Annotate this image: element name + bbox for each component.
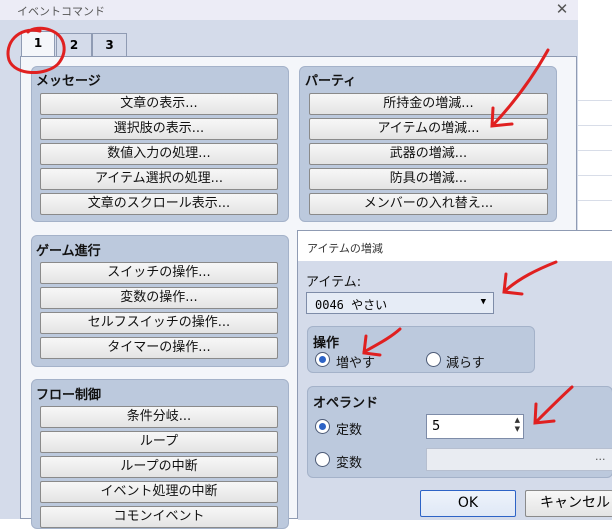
- show-text-button[interactable]: 文章の表示...: [40, 93, 278, 115]
- select-item-button[interactable]: アイテム選択の処理...: [40, 168, 278, 190]
- tab-1[interactable]: 1: [21, 31, 55, 58]
- decrease-radio[interactable]: [426, 352, 441, 367]
- triangle-down-icon: ▼: [480, 297, 486, 307]
- operand-title: オペランド: [313, 396, 379, 411]
- exit-event-processing-button[interactable]: イベント処理の中断: [40, 481, 278, 503]
- decrease-label: 減らす: [446, 356, 485, 371]
- change-armors-button[interactable]: 防具の増減...: [309, 168, 548, 190]
- cancel-button[interactable]: キャンセル: [525, 490, 612, 517]
- input-number-button[interactable]: 数値入力の処理...: [40, 143, 278, 165]
- break-loop-button[interactable]: ループの中断: [40, 456, 278, 478]
- background-list: [578, 56, 612, 236]
- list-divider: [578, 150, 612, 151]
- change-party-member-button[interactable]: メンバーの入れ替え...: [309, 193, 548, 215]
- variable-label: 変数: [336, 456, 363, 471]
- control-self-switch-button[interactable]: セルフスイッチの操作...: [40, 312, 278, 334]
- window-title: イベントコマンド: [0, 0, 578, 20]
- variable-select[interactable]: ...: [426, 448, 612, 471]
- loop-button[interactable]: ループ: [40, 431, 278, 453]
- show-choices-button[interactable]: 選択肢の表示...: [40, 118, 278, 140]
- flow-control-group-title: フロー制御: [36, 388, 102, 403]
- tab-3[interactable]: 3: [92, 33, 127, 57]
- change-gold-button[interactable]: 所持金の増減...: [309, 93, 548, 115]
- scroll-text-button[interactable]: 文章のスクロール表示...: [40, 193, 278, 215]
- tab-2[interactable]: 2: [56, 33, 92, 57]
- constant-label: 定数: [336, 423, 363, 438]
- party-group-title: パーティ: [305, 74, 357, 89]
- close-icon[interactable]: ✕: [552, 0, 572, 20]
- constant-value: 5: [432, 419, 441, 434]
- conditional-branch-button[interactable]: 条件分岐...: [40, 406, 278, 428]
- variable-select-ellipsis: ...: [595, 450, 606, 463]
- change-items-button[interactable]: アイテムの増減...: [309, 118, 548, 140]
- list-divider: [578, 125, 612, 126]
- item-select[interactable]: 0046 やさい ▼: [306, 292, 494, 314]
- increase-label: 増やす: [336, 356, 376, 371]
- list-divider: [578, 200, 612, 201]
- item-select-value: 0046 やさい: [315, 298, 388, 312]
- item-label: アイテム:: [306, 275, 362, 290]
- control-timer-button[interactable]: タイマーの操作...: [40, 337, 278, 359]
- change-items-dialog: アイテムの増減 アイテム: 0046 やさい ▼ 操作 増やす 減らす オペラン…: [297, 230, 612, 520]
- increase-radio[interactable]: [315, 352, 330, 367]
- ok-button[interactable]: OK: [420, 490, 516, 517]
- game-progress-group-title: ゲーム進行: [36, 244, 101, 259]
- dialog-title: アイテムの増減: [298, 231, 612, 261]
- control-switches-button[interactable]: スイッチの操作...: [40, 262, 278, 284]
- list-divider: [578, 100, 612, 101]
- list-divider: [578, 175, 612, 176]
- control-variables-button[interactable]: 変数の操作...: [40, 287, 278, 309]
- variable-radio[interactable]: [315, 452, 330, 467]
- operation-title: 操作: [313, 336, 340, 351]
- constant-radio[interactable]: [315, 419, 330, 434]
- spin-arrows-icon[interactable]: ▲ ▼: [515, 416, 520, 434]
- message-group-title: メッセージ: [36, 74, 101, 89]
- common-event-button[interactable]: コモンイベント: [40, 506, 278, 528]
- constant-value-input[interactable]: 5 ▲ ▼: [426, 414, 524, 439]
- change-weapons-button[interactable]: 武器の増減...: [309, 143, 548, 165]
